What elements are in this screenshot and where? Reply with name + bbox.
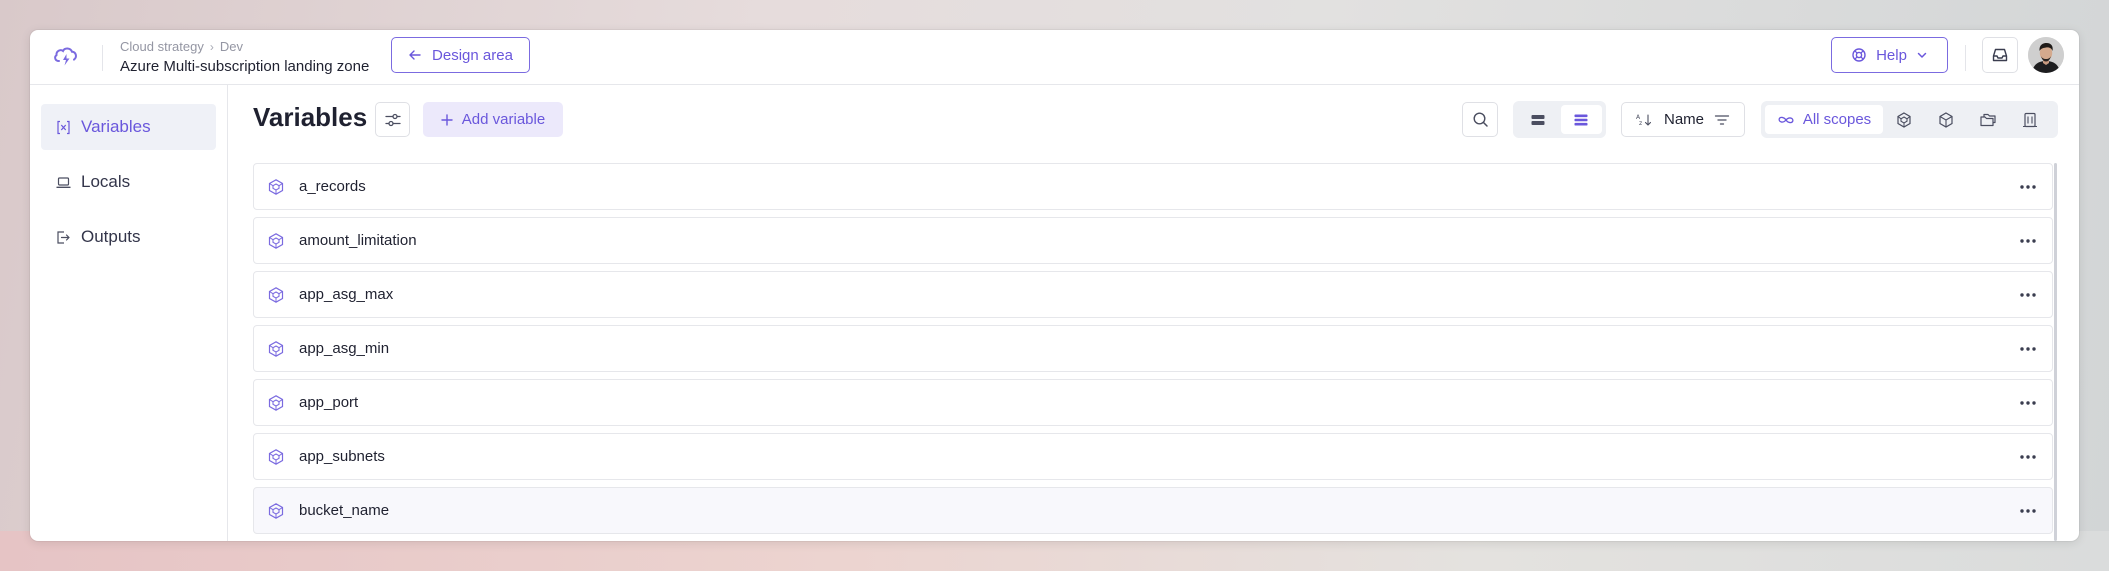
design-area-button[interactable]: Design area [391,37,530,73]
sort-alpha-icon: A z [1636,114,1652,127]
scope-resource-button[interactable] [1925,105,1967,134]
avatar[interactable] [2028,37,2064,73]
view-mode-toggle [1513,101,1606,138]
page-title: Variables [253,102,368,132]
rows-icon [1531,114,1545,125]
filter-settings-button[interactable] [375,102,410,137]
sidebar-item-label: Variables [81,117,151,136]
more-horizontal-icon [2020,293,2036,297]
header-divider [102,45,103,71]
arrow-left-icon [409,50,421,60]
breadcrumb: Cloud strategy › Dev [120,39,243,54]
help-button[interactable]: Help [1831,37,1948,73]
help-label: Help [1876,46,1907,64]
chevron-down-icon [1917,52,1927,58]
more-options-button[interactable] [2014,174,2042,200]
building-icon [2023,112,2037,127]
more-options-button[interactable] [2014,444,2042,470]
search-icon [1472,112,1488,127]
view-comfortable-button[interactable] [1517,105,1559,134]
variable-row[interactable]: app_subnets [253,433,2053,480]
output-icon [57,230,70,244]
variable-name: app_subnets [299,448,385,465]
variable-row[interactable]: a_records [253,163,2053,210]
breadcrumb-item-cloud-strategy[interactable]: Cloud strategy [120,39,204,54]
header-divider [1965,45,1966,71]
more-options-button[interactable] [2014,336,2042,362]
variable-row[interactable]: app_port [253,379,2053,426]
list-scrollbar[interactable] [2054,163,2057,541]
sidebar-item-label: Locals [81,172,131,191]
sidebar-item-outputs[interactable]: Outputs [41,214,216,260]
scope-organization-button[interactable] [2009,105,2051,134]
view-compact-button[interactable] [1560,105,1602,134]
module-icon [1897,111,1911,128]
cloud-logo-icon[interactable] [51,42,81,72]
folders-icon [1980,113,1996,126]
breadcrumb-item-dev[interactable]: Dev [220,39,243,54]
more-horizontal-icon [2020,239,2036,243]
variable-name: app_port [299,394,359,411]
variable-row[interactable]: app_asg_max [253,271,2053,318]
sidebar-item-variables[interactable]: Variables [41,104,216,150]
svg-text:z: z [1639,120,1642,127]
sidebar-item-label: Outputs [81,227,141,246]
variable-name: app_asg_max [299,286,394,303]
variable-name: amount_limitation [299,232,417,249]
variable-row[interactable]: amount_limitation [253,217,2053,264]
design-area-label: Design area [432,46,513,64]
plus-icon [441,113,453,126]
lifebuoy-icon [1852,48,1866,62]
variable-module-icon [266,339,286,359]
variable-module-icon [266,393,286,413]
more-options-button[interactable] [2014,390,2042,416]
sliders-icon [384,113,401,126]
scope-folder-button[interactable] [1967,105,2009,134]
cube-icon [1939,111,1953,128]
scope-module-button[interactable] [1883,105,1925,134]
laptop-icon [56,176,71,188]
inbox-button[interactable] [1982,37,2018,73]
top-bar: Cloud strategy › Dev Azure Multi-subscri… [30,30,2079,85]
breadcrumb-separator: › [209,39,214,54]
sidebar-item-locals[interactable]: Locals [41,159,216,205]
more-horizontal-icon [2020,185,2036,189]
more-horizontal-icon [2020,401,2036,405]
list-compact-icon [1574,114,1588,125]
scope-all-label: All scopes [1802,111,1872,128]
add-variable-label: Add variable [461,111,546,128]
more-horizontal-icon [2020,509,2036,513]
scope-filter: All scopes [1761,101,2058,138]
more-horizontal-icon [2020,455,2036,459]
sidebar: Variables Locals Outputs [30,85,228,541]
more-options-button[interactable] [2014,228,2042,254]
scope-all-button[interactable]: All scopes [1765,105,1883,134]
variable-module-icon [266,231,286,251]
user-photo [2028,37,2064,73]
variable-module-icon [266,285,286,305]
more-options-button[interactable] [2014,282,2042,308]
variable-row[interactable]: app_asg_min [253,325,2053,372]
variable-row[interactable]: bucket_name [253,487,2053,534]
more-options-button[interactable] [2014,498,2042,524]
variable-module-icon [266,501,286,521]
add-variable-button[interactable]: Add variable [423,102,563,137]
variable-name: a_records [299,178,366,195]
variable-name: bucket_name [299,502,390,519]
inbox-icon [1992,48,2008,62]
variable-module-icon [266,177,286,197]
filter-lines-icon [1714,114,1730,125]
app-window: Cloud strategy › Dev Azure Multi-subscri… [30,30,2079,541]
variable-icon [57,120,70,134]
infinity-icon [1778,116,1794,123]
sort-label: Name [1663,111,1704,128]
sort-button[interactable]: A z Name [1621,102,1745,137]
variable-module-icon [266,447,286,467]
project-title: Azure Multi-subscription landing zone [120,58,370,75]
more-horizontal-icon [2020,347,2036,351]
variable-name: app_asg_min [299,340,390,357]
search-button[interactable] [1462,102,1498,137]
